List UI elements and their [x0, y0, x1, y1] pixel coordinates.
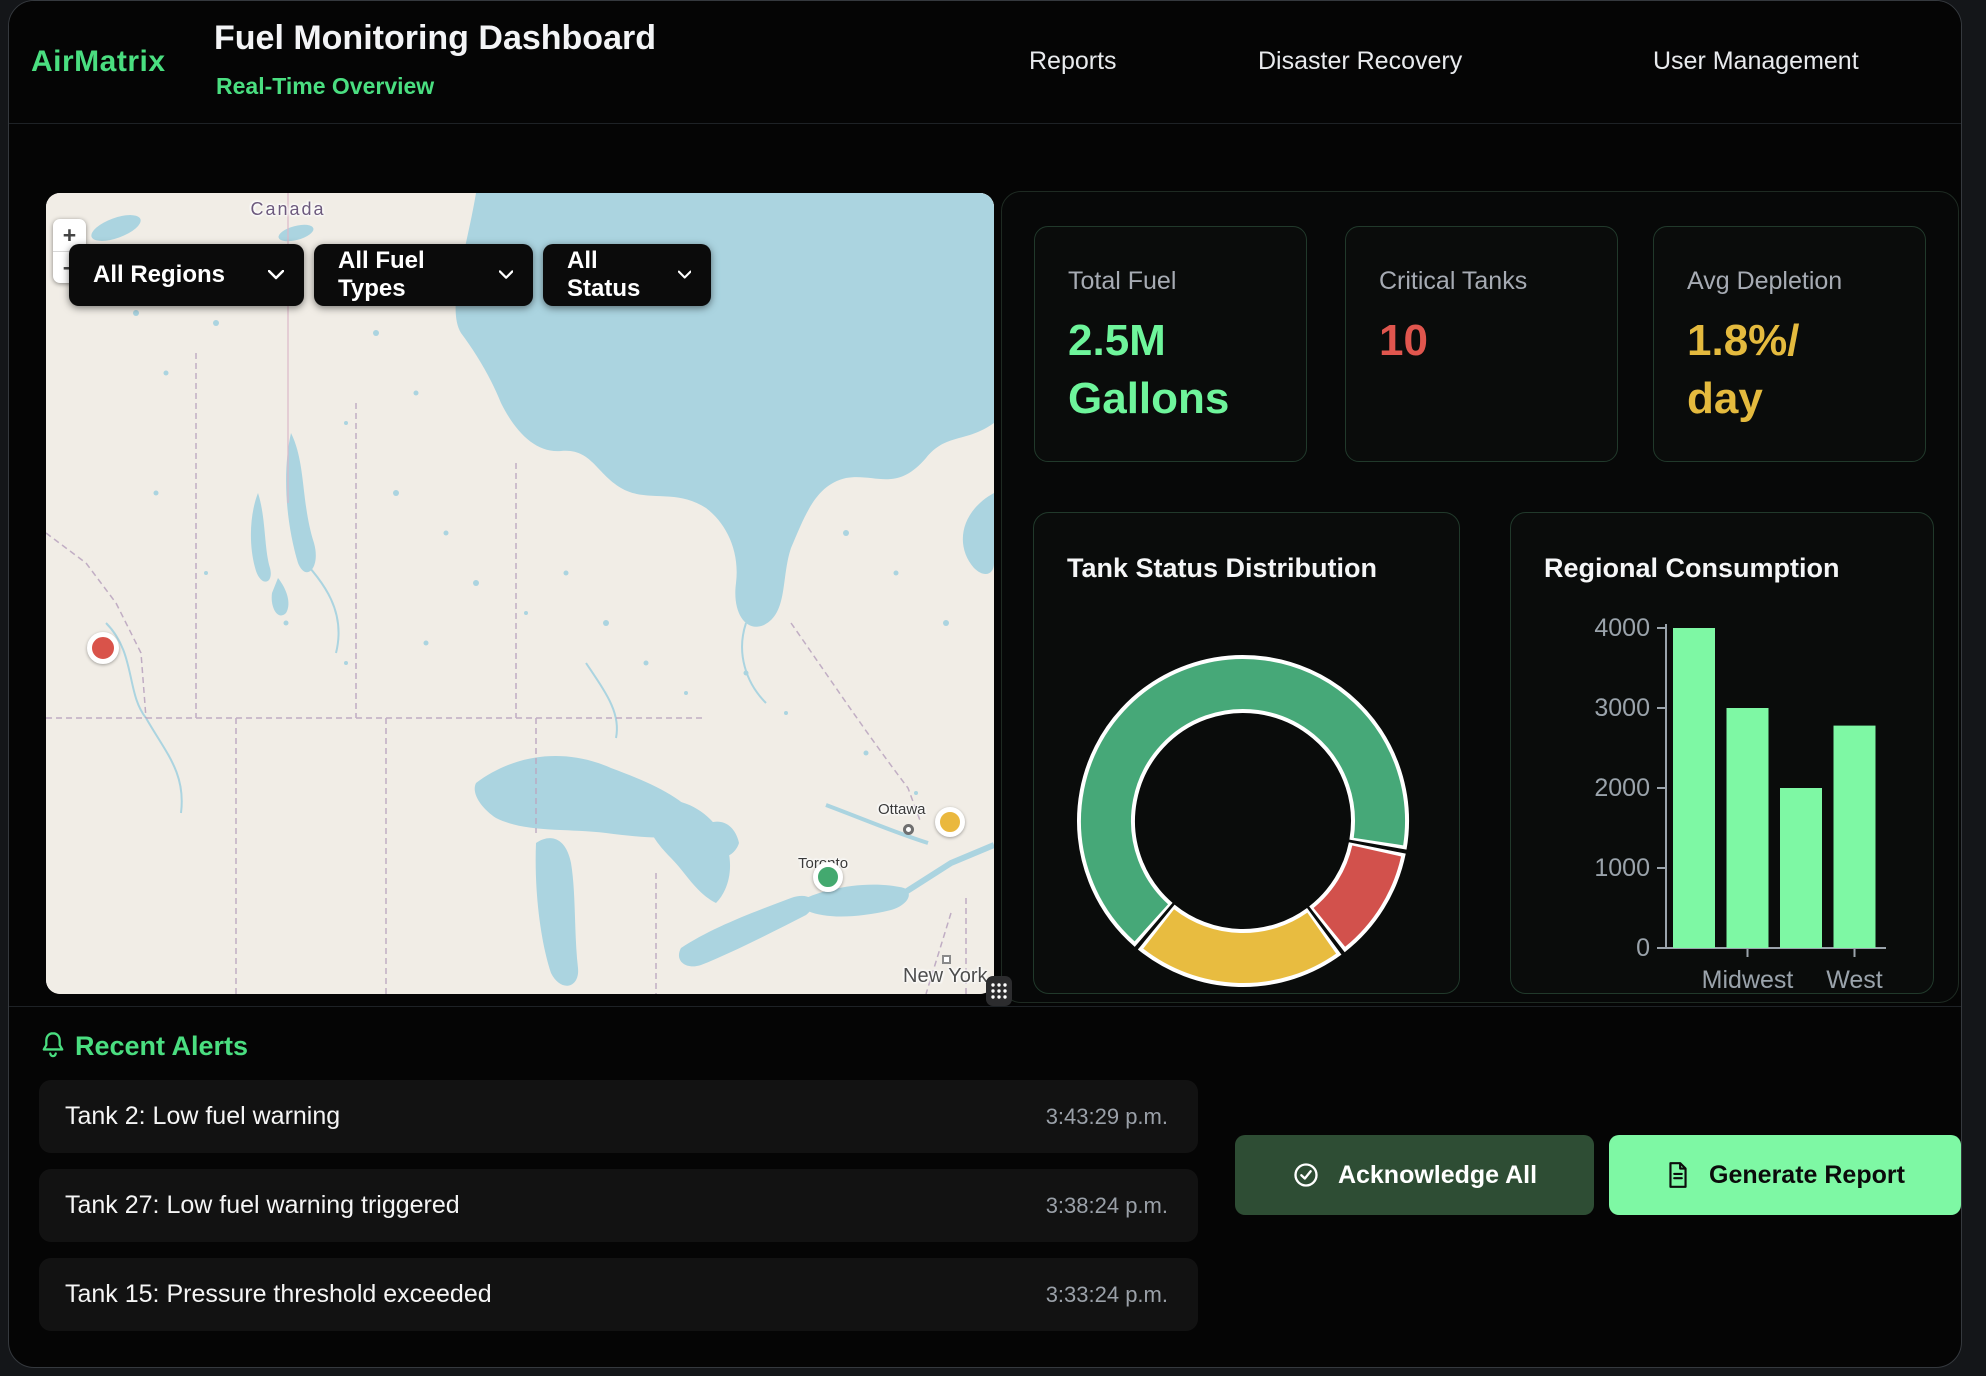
acknowledge-all-label: Acknowledge All [1338, 1161, 1537, 1190]
page-subtitle: Real-Time Overview [216, 73, 434, 100]
tank-marker-critical[interactable] [87, 632, 119, 664]
metrics-panel: Total Fuel 2.5MGallons Critical Tanks 10… [1001, 191, 1959, 1003]
check-circle-icon [1292, 1161, 1320, 1189]
bell-icon [39, 1031, 67, 1066]
regional-consumption-bar-chart: 0 1000 2000 3000 4000 Midwest West [1511, 513, 1934, 994]
tank-status-distribution-card: Tank Status Distribution [1033, 512, 1460, 994]
dashboard-page: AirMatrix Fuel Monitoring Dashboard Real… [0, 0, 1986, 1376]
alert-row: Tank 27: Low fuel warning triggered 3:38… [39, 1169, 1198, 1242]
generate-report-label: Generate Report [1709, 1161, 1905, 1190]
map-label-ottawa: Ottawa [878, 801, 926, 818]
alert-time: 3:38:24 p.m. [1046, 1193, 1168, 1219]
stat-label: Avg Depletion [1687, 267, 1905, 296]
alert-message: Tank 15: Pressure threshold exceeded [65, 1280, 492, 1309]
map[interactable]: Canada Ottawa Toronto New York + − All R… [46, 193, 994, 994]
svg-text:Midwest: Midwest [1702, 966, 1794, 994]
svg-text:0: 0 [1636, 934, 1650, 962]
fuel-type-filter-value: All Fuel Types [338, 247, 481, 303]
document-icon [1665, 1161, 1691, 1189]
chevron-down-icon [678, 270, 691, 280]
svg-text:1000: 1000 [1594, 854, 1650, 882]
nav-disaster-recovery[interactable]: Disaster Recovery [1258, 47, 1462, 76]
nav-user-management[interactable]: User Management [1653, 47, 1859, 76]
stat-value: 1.8%/day [1687, 312, 1905, 428]
alert-message: Tank 27: Low fuel warning triggered [65, 1191, 460, 1220]
brand-logo: AirMatrix [31, 45, 166, 79]
chart-title: Regional Consumption [1544, 553, 1839, 584]
ottawa-town-dot-icon [903, 824, 914, 835]
page-title: Fuel Monitoring Dashboard [214, 19, 656, 58]
map-artwork [46, 193, 994, 994]
stat-value: 10 [1379, 312, 1597, 370]
svg-text:2000: 2000 [1594, 774, 1650, 802]
alert-time: 3:33:24 p.m. [1046, 1282, 1168, 1308]
nav-reports[interactable]: Reports [1029, 47, 1117, 76]
stat-card-critical-tanks: Critical Tanks 10 [1345, 226, 1618, 462]
chevron-down-icon [499, 270, 513, 280]
map-label-canada: Canada [250, 199, 325, 220]
alerts-title: Recent Alerts [75, 1031, 248, 1062]
stat-value: 2.5MGallons [1068, 312, 1286, 428]
stat-label: Total Fuel [1068, 267, 1286, 296]
status-filter-value: All Status [567, 247, 660, 303]
map-label-new-york: New York [903, 965, 988, 988]
resize-grip-icon[interactable] [986, 976, 1012, 1006]
alert-row: Tank 15: Pressure threshold exceeded 3:3… [39, 1258, 1198, 1331]
tank-marker-warning[interactable] [935, 807, 965, 837]
main-shell: AirMatrix Fuel Monitoring Dashboard Real… [8, 0, 1962, 1368]
tank-status-donut-chart [1034, 513, 1460, 994]
chevron-down-icon [268, 270, 284, 280]
svg-text:4000: 4000 [1594, 614, 1650, 642]
alerts-section-divider [9, 1006, 1961, 1007]
alert-row: Tank 2: Low fuel warning 3:43:29 p.m. [39, 1080, 1198, 1153]
acknowledge-all-button[interactable]: Acknowledge All [1235, 1135, 1594, 1215]
regional-consumption-card: 0 1000 2000 3000 4000 Midwest West Regional Co… [1510, 512, 1934, 994]
generate-report-button[interactable]: Generate Report [1609, 1135, 1961, 1215]
map-filters: All Regions All Fuel Types All Status [69, 244, 711, 306]
svg-text:3000: 3000 [1594, 694, 1650, 722]
new-york-town-square-icon [942, 955, 951, 964]
stat-card-avg-depletion: Avg Depletion 1.8%/day [1653, 226, 1926, 462]
alert-time: 3:43:29 p.m. [1046, 1104, 1168, 1130]
region-filter-select[interactable]: All Regions [69, 244, 304, 306]
region-filter-value: All Regions [93, 261, 225, 289]
stat-card-total-fuel: Total Fuel 2.5MGallons [1034, 226, 1307, 462]
header: AirMatrix Fuel Monitoring Dashboard Real… [9, 1, 1961, 124]
tank-marker-normal[interactable] [813, 862, 843, 892]
alert-message: Tank 2: Low fuel warning [65, 1102, 340, 1131]
status-filter-select[interactable]: All Status [543, 244, 711, 306]
fuel-type-filter-select[interactable]: All Fuel Types [314, 244, 533, 306]
chart-title: Tank Status Distribution [1067, 553, 1377, 584]
svg-text:West: West [1826, 966, 1883, 994]
stat-label: Critical Tanks [1379, 267, 1597, 296]
